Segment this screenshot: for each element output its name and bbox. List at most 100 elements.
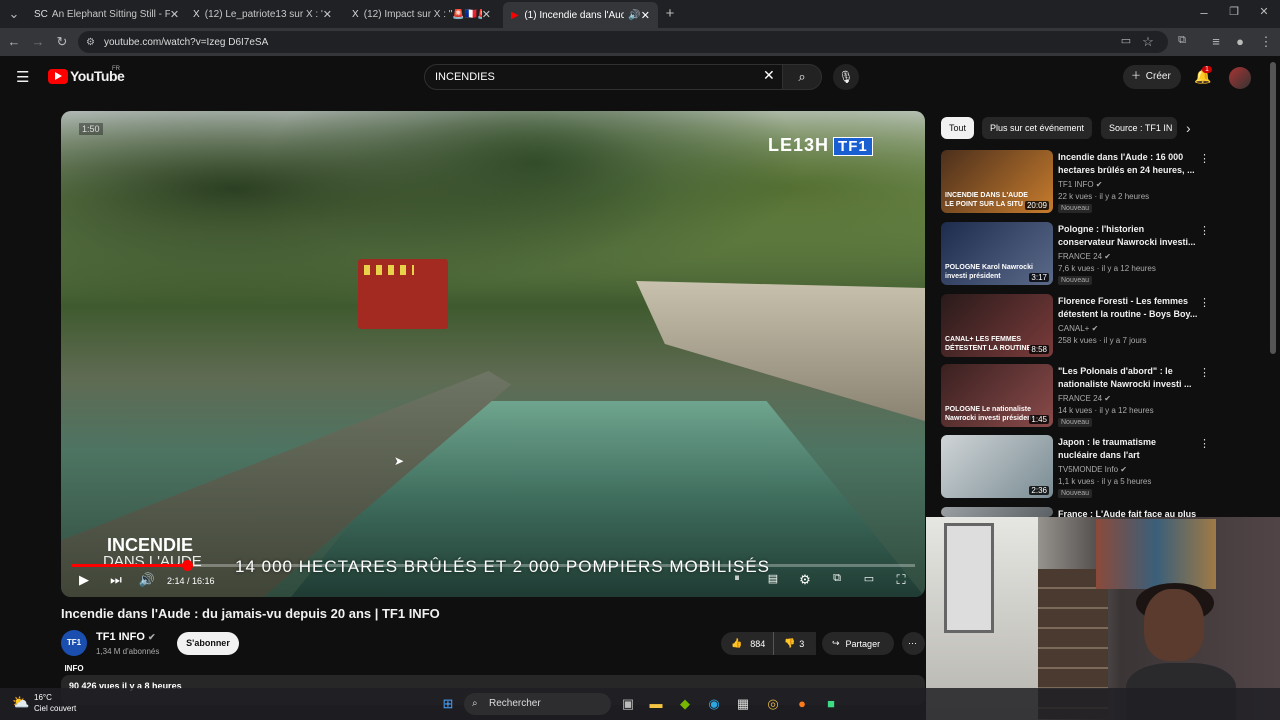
tab-close-icon[interactable]: ✕ [641, 9, 650, 22]
recommendation-item[interactable]: France : L'Aude fait face au plus [941, 507, 1241, 519]
forward-icon[interactable]: → [30, 34, 46, 49]
search-input[interactable]: INCENDIES [424, 64, 788, 90]
recommendation-channel[interactable]: TF1 INFO ✔ [1058, 180, 1103, 189]
recommendation-channel[interactable]: FRANCE 24 ✔ [1058, 252, 1111, 261]
firefox-icon[interactable]: ● [794, 696, 810, 712]
miniplayer-icon[interactable]: ⧉ [827, 572, 847, 585]
account-avatar[interactable] [1229, 67, 1251, 89]
share-button[interactable]: ↪ Partager [822, 632, 894, 655]
youtube-logo-icon[interactable] [48, 69, 68, 84]
recommendation-channel[interactable]: CANAL+ ✔ [1058, 324, 1098, 333]
page-scrollbar[interactable] [1270, 62, 1276, 354]
recommendation-meta: 7,6 k vues · il y a 12 heures [1058, 264, 1156, 273]
recommendation-title[interactable]: Pologne : l'historien conservateur Nawro… [1058, 223, 1198, 249]
store-icon[interactable]: ▦ [735, 696, 751, 712]
clear-search-icon[interactable]: ✕ [763, 67, 775, 84]
extensions-icon[interactable]: ⧉ [1174, 34, 1190, 47]
browser-tab-2[interactable]: X (12) Le_patriote13 sur X : "Salle ✕ [185, 4, 340, 24]
recommendation-thumbnail[interactable]: CANAL+ LES FEMMES DÉTESTENT LA ROUTINE 8:… [941, 294, 1053, 357]
taskbar-search[interactable]: ⌕ Rechercher [464, 693, 611, 715]
search-icon: ⌕ [798, 69, 806, 84]
nvidia-icon[interactable]: ◆ [677, 696, 693, 712]
video-progress-bar[interactable] [71, 560, 915, 571]
minimize-icon[interactable]: – [1196, 5, 1212, 20]
create-button[interactable]: ＋ Créer [1123, 65, 1181, 89]
reload-icon[interactable]: ↻ [54, 34, 70, 50]
chrome-icon[interactable]: ◎ [765, 696, 781, 712]
reading-list-icon[interactable]: ≡ [1208, 34, 1224, 49]
chip-all[interactable]: Tout [941, 117, 975, 139]
recommendation-thumbnail[interactable] [941, 507, 1053, 517]
tab-list-icon[interactable]: ⌄ [6, 6, 22, 22]
subscribe-button[interactable]: S'abonner [177, 632, 239, 655]
more-vertical-icon[interactable]: ⋮ [1199, 296, 1210, 309]
play-icon[interactable]: ▶ [74, 572, 94, 588]
subtitles-icon[interactable]: ▤ [763, 572, 783, 585]
recommendation-channel[interactable]: FRANCE 24 ✔ [1058, 394, 1111, 403]
browser-tab-3[interactable]: X (12) Impact sur X : "🚨🇫🇷🚨🔥 ✕ [344, 4, 499, 24]
tab-close-icon[interactable]: ✕ [482, 8, 491, 21]
cast-icon[interactable]: ▭ [1118, 34, 1134, 47]
url-text: youtube.com/watch?v=Izeg D6I7eSA [104, 36, 269, 48]
tab-close-icon[interactable]: ✕ [323, 8, 332, 21]
maximize-icon[interactable]: ❐ [1226, 5, 1242, 18]
chevron-right-icon[interactable]: › [1186, 120, 1191, 136]
chrome-menu-icon[interactable]: ⋮ [1258, 34, 1274, 50]
settings-gear-icon[interactable]: ⚙ [795, 572, 815, 588]
more-vertical-icon[interactable]: ⋮ [1199, 224, 1210, 237]
progress-scrubber[interactable] [181, 560, 193, 571]
chip-source[interactable]: Source : TF1 IN [1101, 117, 1177, 139]
speaker-icon[interactable]: 🔊 [628, 10, 640, 21]
dislike-button[interactable]: 👎 3 [773, 632, 816, 655]
recommendation-title[interactable]: Japon : le traumatisme nucléaire dans l'… [1058, 436, 1198, 462]
recommendation-item[interactable]: POLOGNE Karol Nawrocki investi président… [941, 222, 1241, 288]
hamburger-menu-icon[interactable]: ☰ [16, 68, 29, 86]
more-vertical-icon[interactable]: ⋮ [1199, 366, 1210, 379]
recommendation-thumbnail[interactable]: 2:36 [941, 435, 1053, 498]
recommendation-thumbnail[interactable]: POLOGNE Le nationaliste Nawrocki investi… [941, 364, 1053, 427]
profile-icon[interactable]: ● [1232, 34, 1248, 49]
recommendation-thumbnail[interactable]: POLOGNE Karol Nawrocki investi président… [941, 222, 1053, 285]
video-player[interactable]: 1:50 LE13H TF1 INCENDIE DANS L'AUDE 14 00… [61, 111, 925, 597]
recommendation-title[interactable]: Incendie dans l'Aude : 16 000 hectares b… [1058, 151, 1198, 177]
autoplay-toggle-icon[interactable]: ⏸ [727, 572, 747, 585]
recommendation-channel[interactable]: TV5MONDE Info ✔ [1058, 465, 1127, 474]
task-view-icon[interactable]: ▣ [620, 696, 636, 712]
channel-name[interactable]: TF1 INFO ✔ [96, 631, 156, 643]
back-icon[interactable]: ← [6, 34, 22, 49]
recommendation-thumbnail[interactable]: INCENDIE DANS L'AUDE LE POINT SUR LA SIT… [941, 150, 1053, 213]
browser-tab-4[interactable]: ▶ (1) Incendie dans l'Aude : d 🔊 ✕ [503, 2, 658, 28]
fullscreen-icon[interactable]: ⛶ [891, 572, 911, 588]
theater-mode-icon[interactable]: ▭ [859, 572, 879, 585]
recommendation-title[interactable]: "Les Polonais d'abord" : le nationaliste… [1058, 365, 1198, 391]
more-vertical-icon[interactable]: ⋮ [1199, 152, 1210, 165]
browser-tab-1[interactable]: SC An Elephant Sitting Still - Film ( ✕ [26, 4, 181, 24]
file-explorer-icon[interactable]: ▬ [648, 696, 664, 712]
weather-icon[interactable]: ⛅ [12, 694, 29, 711]
next-icon[interactable]: ⏭ [106, 572, 126, 588]
edge-icon[interactable]: ◉ [706, 696, 722, 712]
channel-avatar[interactable]: TF1 INFO [61, 630, 87, 673]
tab-close-icon[interactable]: ✕ [170, 8, 179, 21]
more-actions-button[interactable]: ⋯ [902, 632, 925, 655]
search-button[interactable]: ⌕ [782, 64, 822, 90]
recommendation-title[interactable]: Florence Foresti - Les femmes détestent … [1058, 295, 1198, 321]
url-field[interactable]: ⚙ youtube.com/watch?v=Izeg D6I7eSA [78, 31, 1168, 53]
recommendation-item[interactable]: 2:36 Japon : le traumatisme nucléaire dan… [941, 435, 1241, 501]
app-icon[interactable]: ■ [823, 696, 839, 712]
site-info-icon[interactable]: ⚙ [86, 37, 95, 48]
recommendation-item[interactable]: POLOGNE Le nationaliste Nawrocki investi… [941, 364, 1241, 430]
bookmark-star-icon[interactable]: ☆ [1140, 34, 1156, 50]
new-tab-icon[interactable]: + [662, 5, 678, 22]
more-vertical-icon[interactable]: ⋮ [1199, 437, 1210, 450]
verified-icon: ✔ [1104, 394, 1111, 403]
close-window-icon[interactable]: ✕ [1256, 5, 1272, 18]
weather-widget[interactable]: 16°C Ciel couvert [34, 692, 76, 714]
recommendation-item[interactable]: CANAL+ LES FEMMES DÉTESTENT LA ROUTINE 8:… [941, 294, 1241, 360]
tf1-logo-text: TF1 [833, 137, 873, 156]
voice-search-button[interactable]: 🎙 [833, 64, 859, 90]
chip-more-event[interactable]: Plus sur cet événement [982, 117, 1093, 139]
recommendation-item[interactable]: INCENDIE DANS L'AUDE LE POINT SUR LA SIT… [941, 150, 1241, 216]
windows-start-icon[interactable]: ⊞ [440, 696, 456, 712]
volume-icon[interactable]: 🔊 [137, 572, 157, 588]
